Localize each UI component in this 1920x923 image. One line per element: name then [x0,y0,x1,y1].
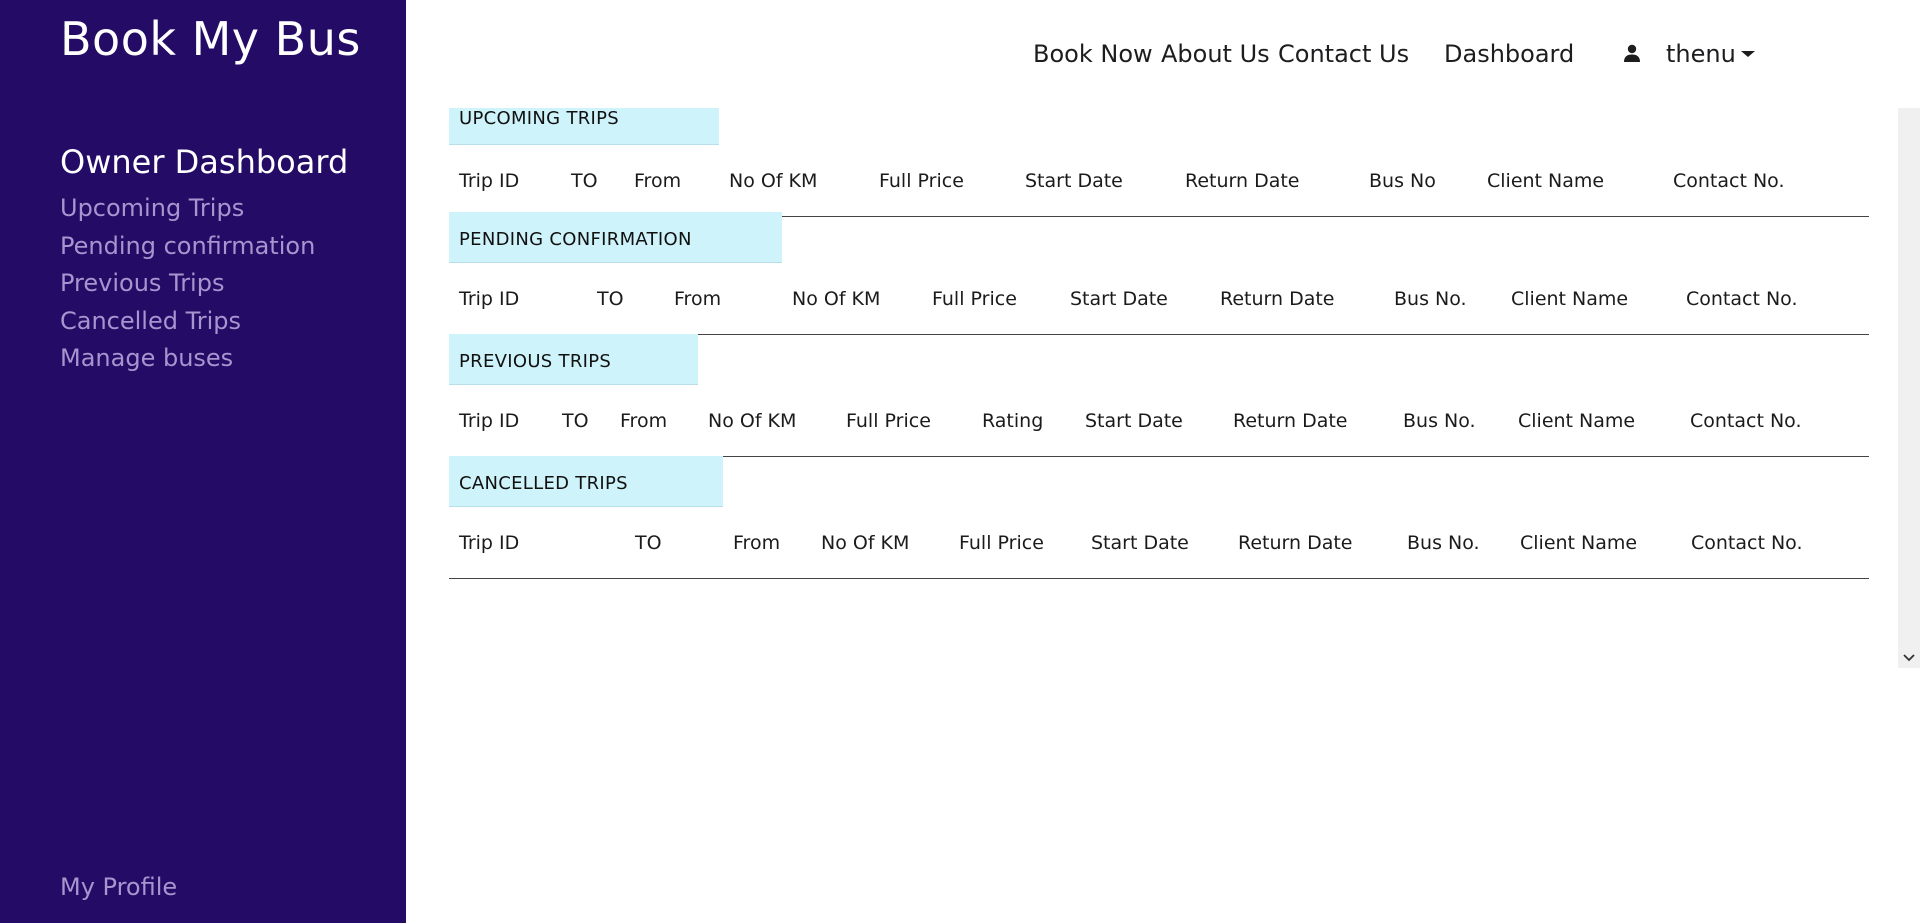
column-header: Bus No. [1394,288,1467,310]
user-menu-name[interactable]: thenu [1666,36,1736,72]
nav-link-book-now[interactable]: Book Now [1033,36,1153,72]
column-header: TO [597,288,624,310]
column-header: Return Date [1185,170,1300,192]
column-header: Contact No. [1686,288,1798,310]
table-header-row: Trip ID TO From No Of KM Full Price Rati… [449,385,1869,457]
table-header-row: Trip ID TO From No Of KM Full Price Star… [449,145,1869,217]
vertical-scrollbar[interactable] [1898,108,1920,668]
column-header: Start Date [1085,410,1183,432]
user-icon[interactable] [1623,44,1641,62]
column-header: Bus No [1369,170,1436,192]
sidebar-item-upcoming-trips[interactable]: Upcoming Trips [60,190,315,228]
main-content: UPCOMING TRIPS Trip ID TO From No Of KM … [406,108,1898,668]
column-header: Client Name [1511,288,1629,310]
column-header: Full Price [959,532,1044,554]
column-header: Bus No. [1403,410,1476,432]
section-header: PREVIOUS TRIPS [449,334,698,385]
sidebar: Book My Bus Owner Dashboard Upcoming Tri… [0,0,406,923]
brand-title[interactable]: Book My Bus [60,10,361,68]
column-header: From [620,410,668,432]
section-header: PENDING CONFIRMATION [449,212,782,263]
sidebar-heading: Owner Dashboard [60,143,349,181]
column-header: TO [635,532,662,554]
column-header: Client Name [1520,532,1638,554]
column-header: No Of KM [729,170,818,192]
column-header: Bus No. [1407,532,1480,554]
column-header: Trip ID [459,288,520,310]
column-header: From [634,170,682,192]
sidebar-item-manage-buses[interactable]: Manage buses [60,340,315,378]
column-header: Client Name [1487,170,1605,192]
column-header: From [733,532,781,554]
section-header: CANCELLED TRIPS [449,456,723,507]
column-header: From [674,288,722,310]
caret-down-icon[interactable] [1741,51,1755,57]
column-header: Trip ID [459,410,520,432]
sidebar-item-my-profile[interactable]: My Profile [60,871,177,903]
column-header: No Of KM [821,532,910,554]
section-title: PREVIOUS TRIPS [459,351,612,372]
table-header-row: Trip ID TO From No Of KM Full Price Star… [449,507,1869,579]
column-header: No Of KM [708,410,797,432]
column-header: Contact No. [1691,532,1803,554]
sidebar-item-pending-confirmation[interactable]: Pending confirmation [60,228,315,266]
column-header: Client Name [1518,410,1636,432]
column-header: Full Price [932,288,1017,310]
app-window: Book My Bus Owner Dashboard Upcoming Tri… [0,0,1920,923]
section-title: PENDING CONFIRMATION [459,229,692,250]
column-header: No Of KM [792,288,881,310]
nav-link-dashboard[interactable]: Dashboard [1444,36,1574,72]
column-header: Rating [982,410,1044,432]
column-header: Contact No. [1690,410,1802,432]
column-header: Start Date [1091,532,1189,554]
column-header: Return Date [1233,410,1348,432]
column-header: Contact No. [1673,170,1785,192]
column-header: Start Date [1025,170,1123,192]
section-title: CANCELLED TRIPS [459,473,628,494]
column-header: Trip ID [459,532,520,554]
section-title: UPCOMING TRIPS [459,108,620,129]
chevron-down-icon[interactable] [1899,651,1919,665]
column-header: TO [562,410,589,432]
column-header: Trip ID [459,170,520,192]
column-header: Full Price [846,410,931,432]
sidebar-nav: Upcoming Trips Pending confirmation Prev… [60,190,315,378]
section-header: UPCOMING TRIPS [449,108,719,145]
sidebar-item-previous-trips[interactable]: Previous Trips [60,265,315,303]
column-header: Return Date [1238,532,1353,554]
sidebar-item-cancelled-trips[interactable]: Cancelled Trips [60,303,315,341]
column-header: Return Date [1220,288,1335,310]
column-header: Full Price [879,170,964,192]
column-header: TO [571,170,598,192]
table-header-row: Trip ID TO From No Of KM Full Price Star… [449,263,1869,335]
nav-link-contact-us[interactable]: Contact Us [1278,36,1409,72]
nav-link-about-us[interactable]: About Us [1161,36,1270,72]
column-header: Start Date [1070,288,1168,310]
